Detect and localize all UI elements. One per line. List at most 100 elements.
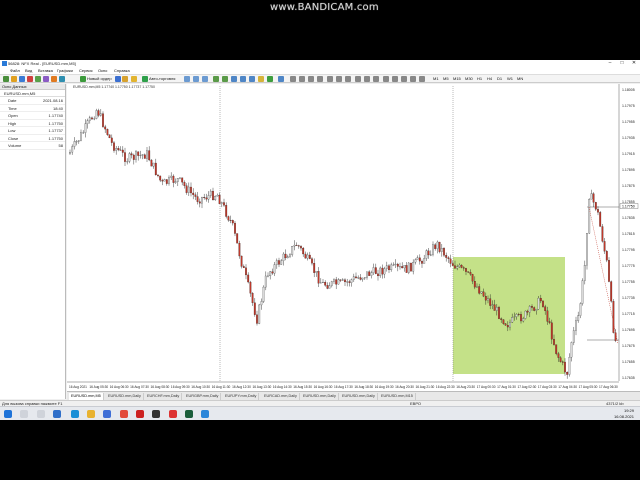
candle-body: [590, 193, 593, 200]
menu-insert[interactable]: Вставка: [38, 67, 53, 75]
chart-tab[interactable]: EURUSD.mm,M15: [379, 393, 416, 400]
data-window: Окно Данных EURUSD.mm,M5 Date 2021.08.16 …: [0, 84, 66, 399]
candle-body: [359, 277, 362, 280]
app-icon-red[interactable]: [120, 410, 128, 418]
chart-tab[interactable]: EURCHF.mm,Daily: [145, 393, 183, 400]
tester-icon[interactable]: [43, 76, 49, 82]
menu-file[interactable]: Файл: [10, 67, 20, 75]
bandicam-icon[interactable]: [136, 410, 144, 418]
candle-body: [456, 266, 459, 269]
text-tool-icon[interactable]: [355, 76, 361, 82]
autoscroll-icon[interactable]: [240, 76, 246, 82]
menu-charts[interactable]: Графики: [57, 67, 73, 75]
data-row-date: Date 2021.08.16: [0, 97, 65, 105]
candlestick-icon[interactable]: [193, 76, 199, 82]
options-icon[interactable]: [59, 76, 65, 82]
market-watch-icon[interactable]: [19, 76, 25, 82]
timeframe-d1[interactable]: D1: [497, 75, 502, 83]
menu-view[interactable]: Вид: [25, 67, 32, 75]
bar-chart-icon[interactable]: [184, 76, 190, 82]
more-tools-icon[interactable]: [419, 76, 425, 82]
chart-tab[interactable]: EURUSD.mm,Daily: [340, 393, 378, 400]
chart-tab[interactable]: EURUSD.mm,M5: [69, 393, 104, 400]
data-window-symbol[interactable]: EURUSD.mm,M5: [0, 90, 65, 97]
system-clock[interactable]: 19:29 16.08.2021: [614, 408, 634, 419]
channel-icon[interactable]: [336, 76, 342, 82]
triangle-tool-icon[interactable]: [401, 76, 407, 82]
indicators-icon[interactable]: [258, 76, 264, 82]
opera-icon[interactable]: [169, 410, 177, 418]
arrows-icon[interactable]: [373, 76, 379, 82]
crosshair-icon[interactable]: [299, 76, 305, 82]
start-icon[interactable]: [4, 410, 12, 418]
timeframe-h1[interactable]: H1: [477, 75, 482, 83]
timeframe-w1[interactable]: W1: [507, 75, 513, 83]
search-icon[interactable]: [20, 410, 28, 418]
periods-icon[interactable]: [267, 76, 273, 82]
ellipse-tool-icon[interactable]: [410, 76, 416, 82]
metatrader-icon[interactable]: [185, 410, 193, 418]
menu-tools[interactable]: Сервис: [79, 67, 93, 75]
timeframe-mn[interactable]: MN: [517, 75, 523, 83]
store-icon[interactable]: [103, 410, 111, 418]
chart-tab[interactable]: EURCAD.mm,Daily: [262, 393, 300, 400]
explorer-icon[interactable]: [87, 410, 95, 418]
candle-body: [229, 220, 232, 221]
timeframe-m5[interactable]: M5: [443, 75, 449, 83]
new-order-button[interactable]: Новый ордер: [87, 75, 112, 83]
candle-body: [297, 245, 300, 247]
menu-window[interactable]: Окно: [98, 67, 107, 75]
profiles-icon[interactable]: [11, 76, 17, 82]
candle-body: [465, 268, 467, 272]
task-view-icon[interactable]: [37, 410, 45, 418]
new-chart-icon[interactable]: [3, 76, 9, 82]
chart-window[interactable]: 1.18005 1.17975 1.17955 1.17935 1.17915 1.178…: [67, 84, 640, 399]
zoom-in-icon[interactable]: [213, 76, 219, 82]
metaeditor-icon[interactable]: [115, 76, 121, 82]
templates-icon[interactable]: [278, 76, 284, 82]
data-value: 1.17750: [48, 135, 63, 141]
browser-icon[interactable]: [71, 410, 79, 418]
candle-body: [535, 309, 538, 311]
price-chart[interactable]: 1.18005 1.17975 1.17955 1.17935 1.17915 1.178…: [67, 84, 640, 391]
history-icon[interactable]: [122, 76, 128, 82]
label-tool-icon[interactable]: [364, 76, 370, 82]
auto-trading-button[interactable]: Авто-торговля: [149, 75, 175, 83]
edge-icon[interactable]: [53, 410, 61, 418]
chart-tab[interactable]: EURJPY.mm,Daily: [223, 393, 260, 400]
candle-body: [542, 300, 544, 307]
minimize-button[interactable]: –: [604, 60, 616, 67]
menu-help[interactable]: Справка: [114, 67, 130, 75]
line-chart-icon[interactable]: [202, 76, 208, 82]
horizontal-line-icon[interactable]: [317, 76, 323, 82]
chart-tab[interactable]: EURGBP.mm,Daily: [184, 393, 222, 400]
close-button[interactable]: ✕: [628, 60, 640, 67]
signals-icon[interactable]: [131, 76, 137, 82]
timeframe-h4[interactable]: H4: [487, 75, 492, 83]
candle-body: [423, 258, 426, 264]
shapes-icon[interactable]: [383, 76, 389, 82]
fibonacci-icon[interactable]: [345, 76, 351, 82]
chart-shift-icon[interactable]: [249, 76, 255, 82]
auto-trading-icon[interactable]: [142, 76, 148, 82]
timeframe-m15[interactable]: M15: [453, 75, 461, 83]
timeframe-m1[interactable]: M1: [433, 75, 439, 83]
zoom-out-icon[interactable]: [222, 76, 228, 82]
rectangle-tool-icon[interactable]: [392, 76, 398, 82]
timeframe-m30[interactable]: M30: [465, 75, 473, 83]
app-icon-dark[interactable]: [152, 410, 160, 418]
chart-tab[interactable]: EURUSD.mm,Daily: [106, 393, 144, 400]
tile-windows-icon[interactable]: [231, 76, 237, 82]
vertical-line-icon[interactable]: [308, 76, 314, 82]
new-order-icon[interactable]: [80, 76, 86, 82]
app-icon-blue[interactable]: [201, 410, 209, 418]
candle-body: [594, 202, 597, 210]
chart-tab[interactable]: EURUSD.mm,Daily: [301, 393, 339, 400]
cursor-icon[interactable]: [290, 76, 296, 82]
editor-icon[interactable]: [51, 76, 57, 82]
trendline-icon[interactable]: [327, 76, 333, 82]
terminal-icon[interactable]: [35, 76, 41, 82]
navigator-icon[interactable]: [27, 76, 33, 82]
candle-body: [91, 117, 93, 120]
maximize-button[interactable]: □: [616, 60, 628, 67]
